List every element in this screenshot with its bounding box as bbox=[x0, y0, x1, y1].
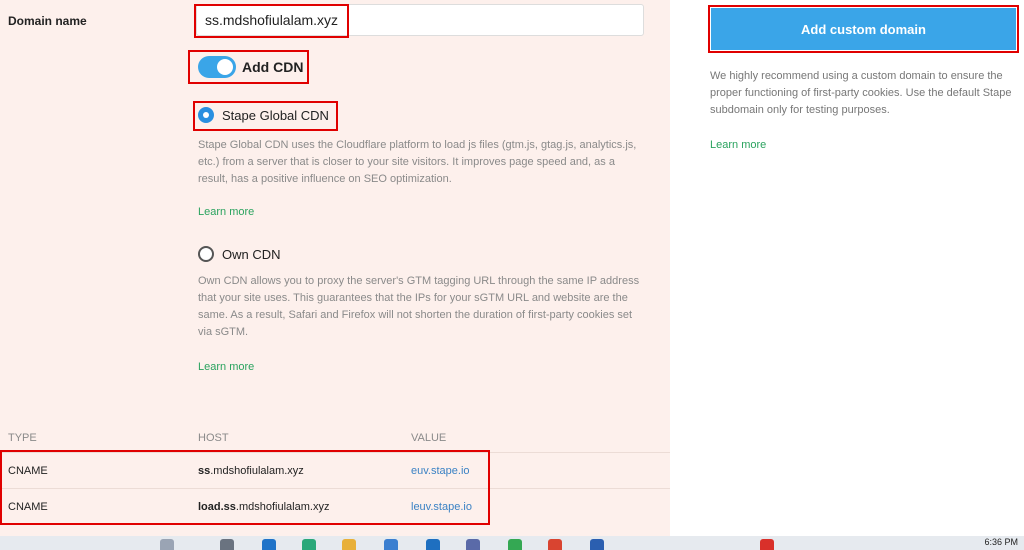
row-1-type: CNAME bbox=[8, 465, 48, 477]
stape-global-cdn-description: Stape Global CDN uses the Cloudflare pla… bbox=[198, 139, 637, 185]
radio-own-cdn[interactable]: Own CDN bbox=[198, 246, 281, 262]
radio-label-own-cdn: Own CDN bbox=[222, 246, 281, 262]
row-2-value[interactable]: leuv.stape.io bbox=[411, 501, 472, 513]
edge-browser-icon[interactable] bbox=[262, 539, 276, 550]
learn-more-link-own-cdn[interactable]: Learn more bbox=[198, 361, 254, 373]
add-cdn-toggle[interactable] bbox=[198, 56, 236, 78]
file-explorer-icon[interactable] bbox=[342, 539, 356, 550]
row-2-host-subdomain: load.ss bbox=[198, 501, 236, 513]
row-1-host-domain: .mdshofiulalam.xyz bbox=[210, 465, 304, 477]
add-custom-domain-button[interactable]: Add custom domain bbox=[711, 8, 1016, 50]
taskbar-clock[interactable]: 6:36 PM bbox=[984, 537, 1018, 547]
table-divider bbox=[0, 488, 670, 489]
row-1-host-subdomain: ss bbox=[198, 465, 211, 477]
chrome-icon[interactable] bbox=[508, 539, 522, 550]
add-cdn-label: Add CDN bbox=[242, 59, 304, 75]
app-icon[interactable] bbox=[302, 539, 316, 550]
domain-name-input[interactable] bbox=[196, 4, 644, 36]
domain-name-label: Domain name bbox=[8, 14, 87, 28]
widgets-icon[interactable] bbox=[160, 539, 174, 550]
radio-unchecked-icon bbox=[198, 246, 214, 262]
radio-checked-icon bbox=[198, 107, 214, 123]
row-2-host: load.ss.mdshofiulalam.xyz bbox=[198, 501, 329, 513]
store-icon[interactable] bbox=[384, 539, 398, 550]
notification-icon[interactable] bbox=[760, 539, 774, 550]
row-2-host-domain: .mdshofiulalam.xyz bbox=[235, 501, 330, 513]
custom-domain-description: We highly recommend using a custom domai… bbox=[710, 70, 1012, 116]
toggle-knob bbox=[217, 59, 233, 75]
row-1-value[interactable]: euv.stape.io bbox=[411, 465, 470, 477]
table-header-value: VALUE bbox=[411, 432, 447, 444]
learn-more-link-custom-domain[interactable]: Learn more bbox=[710, 139, 766, 151]
add-cdn-toggle-row: Add CDN bbox=[198, 56, 303, 78]
learn-more-link-stape-cdn[interactable]: Learn more bbox=[198, 206, 254, 218]
app-icon[interactable] bbox=[548, 539, 562, 550]
task-view-icon[interactable] bbox=[220, 539, 234, 550]
mail-icon[interactable] bbox=[426, 539, 440, 550]
table-header-type: TYPE bbox=[8, 432, 37, 444]
row-1-host: ss.mdshofiulalam.xyz bbox=[198, 465, 304, 477]
table-header-host: HOST bbox=[198, 432, 229, 444]
table-divider bbox=[0, 452, 670, 453]
app-icon[interactable] bbox=[466, 539, 480, 550]
os-taskbar: 6:36 PM bbox=[0, 536, 1024, 550]
domain-form-panel bbox=[0, 0, 670, 536]
word-icon[interactable] bbox=[590, 539, 604, 550]
own-cdn-description: Own CDN allows you to proxy the server's… bbox=[198, 275, 640, 338]
radio-stape-global-cdn[interactable]: Stape Global CDN bbox=[198, 107, 329, 123]
radio-label-stape-global-cdn: Stape Global CDN bbox=[222, 107, 329, 123]
row-2-type: CNAME bbox=[8, 501, 48, 513]
